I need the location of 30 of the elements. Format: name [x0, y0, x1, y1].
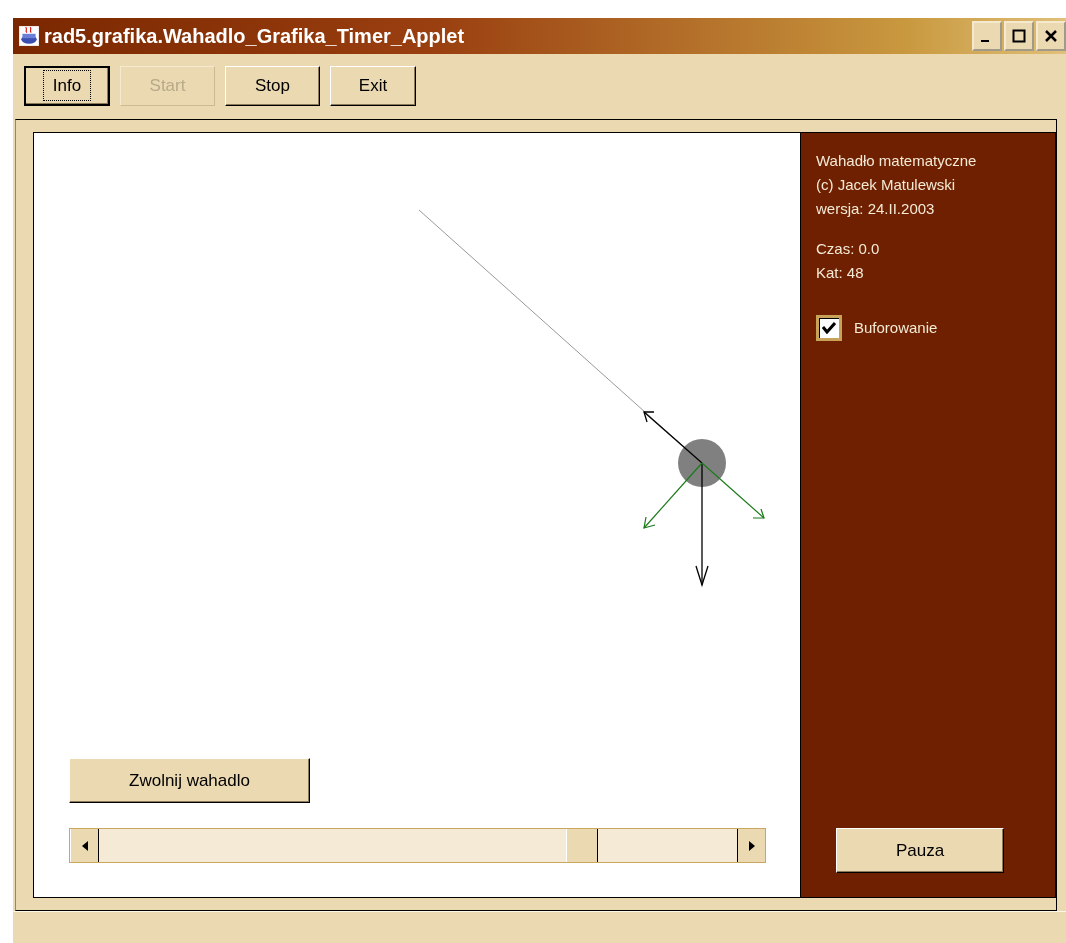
toolbar-button[interactable]: Info: [24, 66, 110, 106]
info-text: (c) Jacek Matulewski: [816, 175, 957, 195]
scroll-left-button[interactable]: [70, 829, 99, 862]
pause-button[interactable]: Pauza: [836, 828, 1004, 873]
pendulum-bob: [678, 439, 726, 487]
tension-arrow: [643, 411, 703, 464]
info-text: Wahadło matematyczne: [816, 151, 978, 171]
minimize-icon: [981, 40, 989, 42]
maximize-icon: [1012, 29, 1026, 43]
reading-text: Kat: 48: [816, 263, 865, 283]
left-arrow-icon: [81, 840, 88, 851]
right-arrow-icon: [748, 840, 755, 851]
component-arrow: [643, 462, 703, 529]
maximize-button[interactable]: [1004, 21, 1034, 51]
window-title: rad5.grafika.Wahadlo_Grafika_Timer_Applet: [44, 24, 466, 48]
reading-text: Czas: 0.0: [816, 239, 881, 259]
scroll-right-button[interactable]: [737, 829, 765, 862]
checkbox[interactable]: [816, 315, 842, 341]
toolbar-button[interactable]: Stop: [225, 66, 320, 106]
close-button[interactable]: [1036, 21, 1066, 51]
component-arrow: [701, 462, 765, 519]
close-icon: [1044, 29, 1058, 43]
info-text: wersja: 24.II.2003: [816, 199, 936, 219]
release-button[interactable]: Zwolnij wahadlo: [69, 758, 310, 803]
toolbar-button[interactable]: Exit: [330, 66, 416, 106]
slider[interactable]: [69, 828, 766, 863]
slider-thumb[interactable]: [565, 829, 598, 862]
check-icon: [822, 322, 836, 334]
checkbox-label[interactable]: Buforowanie: [854, 316, 938, 340]
app-icon: [18, 25, 40, 47]
